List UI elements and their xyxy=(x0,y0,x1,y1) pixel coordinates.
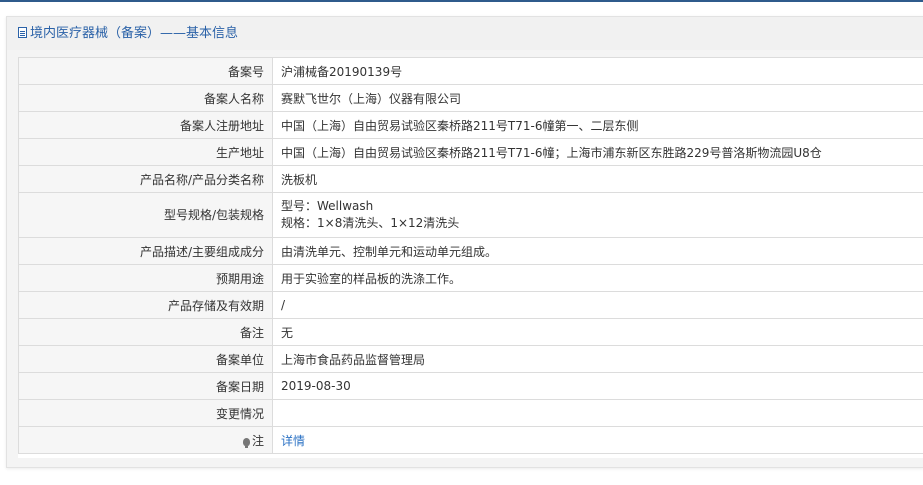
top-border-line xyxy=(0,0,923,2)
table-row: 备案人名称 赛默飞世尔（上海）仪器有限公司 xyxy=(18,84,923,112)
row-label-record-number: 备案号 xyxy=(18,57,273,85)
row-value-product-name: 洗板机 xyxy=(272,165,923,193)
row-label-production-address: 生产地址 xyxy=(18,138,273,166)
lightbulb-icon xyxy=(242,437,250,448)
row-value-storage: / xyxy=(272,291,923,319)
row-value-record-unit: 上海市食品药品监督管理局 xyxy=(272,345,923,373)
row-value-model-spec: 型号：Wellwash 规格：1×8清洗头、1×12清洗头 xyxy=(272,192,923,238)
row-label-record-date: 备案日期 xyxy=(18,372,273,400)
note-label: 注 xyxy=(251,433,264,448)
record-panel: 境内医疗器械（备案）——基本信息 备案号 沪浦械备20190139号 备案人名称… xyxy=(6,16,923,468)
row-value-note: 详情 xyxy=(272,426,923,454)
row-label-changes: 变更情况 xyxy=(18,399,273,427)
table-row: 备注 无 xyxy=(18,318,923,346)
panel-header: 境内医疗器械（备案）——基本信息 xyxy=(7,17,923,50)
row-label-note: 注 xyxy=(18,426,273,454)
row-value-remarks: 无 xyxy=(272,318,923,346)
table-row: 生产地址 中国（上海）自由贸易试验区秦桥路211号T71-6幢；上海市浦东新区东… xyxy=(18,138,923,166)
table-row: 预期用途 用于实验室的样品板的洗涤工作。 xyxy=(18,264,923,292)
table-row: 备案号 沪浦械备20190139号 xyxy=(18,57,923,85)
row-value-changes xyxy=(272,399,923,427)
details-link[interactable]: 详情 xyxy=(281,434,305,448)
table-row: 注 详情 xyxy=(18,426,923,454)
info-table: 备案号 沪浦械备20190139号 备案人名称 赛默飞世尔（上海）仪器有限公司 … xyxy=(18,57,923,454)
row-label-remarks: 备注 xyxy=(18,318,273,346)
row-label-description: 产品描述/主要组成成分 xyxy=(18,237,273,265)
row-value-intended-use: 用于实验室的样品板的洗涤工作。 xyxy=(272,264,923,292)
row-label-registrant-address: 备案人注册地址 xyxy=(18,111,273,139)
info-table-container: 备案号 沪浦械备20190139号 备案人名称 赛默飞世尔（上海）仪器有限公司 … xyxy=(18,57,923,458)
row-value-record-date: 2019-08-30 xyxy=(272,372,923,400)
row-value-registrant-name: 赛默飞世尔（上海）仪器有限公司 xyxy=(272,84,923,112)
row-value-production-address: 中国（上海）自由贸易试验区秦桥路211号T71-6幢；上海市浦东新区东胜路229… xyxy=(272,138,923,166)
document-icon xyxy=(18,27,27,38)
spec-line: 规格：1×8清洗头、1×12清洗头 xyxy=(281,216,460,230)
table-row: 产品描述/主要组成成分 由清洗单元、控制单元和运动单元组成。 xyxy=(18,237,923,265)
table-row: 备案日期 2019-08-30 xyxy=(18,372,923,400)
row-label-registrant-name: 备案人名称 xyxy=(18,84,273,112)
row-value-registrant-address: 中国（上海）自由贸易试验区秦桥路211号T71-6幢第一、二层东侧 xyxy=(272,111,923,139)
page-title: 境内医疗器械（备案）——基本信息 xyxy=(30,26,239,41)
table-row: 产品名称/产品分类名称 洗板机 xyxy=(18,165,923,193)
row-label-product-name: 产品名称/产品分类名称 xyxy=(18,165,273,193)
row-label-intended-use: 预期用途 xyxy=(18,264,273,292)
row-value-description: 由清洗单元、控制单元和运动单元组成。 xyxy=(272,237,923,265)
model-line: 型号：Wellwash xyxy=(281,199,374,213)
table-row: 变更情况 xyxy=(18,399,923,427)
table-row: 备案单位 上海市食品药品监督管理局 xyxy=(18,345,923,373)
row-label-storage: 产品存储及有效期 xyxy=(18,291,273,319)
row-label-model-spec: 型号规格/包装规格 xyxy=(18,192,273,238)
row-value-record-number: 沪浦械备20190139号 xyxy=(272,57,923,85)
table-row: 型号规格/包装规格 型号：Wellwash 规格：1×8清洗头、1×12清洗头 xyxy=(18,192,923,238)
table-row: 产品存储及有效期 / xyxy=(18,291,923,319)
table-row: 备案人注册地址 中国（上海）自由贸易试验区秦桥路211号T71-6幢第一、二层东… xyxy=(18,111,923,139)
row-label-record-unit: 备案单位 xyxy=(18,345,273,373)
